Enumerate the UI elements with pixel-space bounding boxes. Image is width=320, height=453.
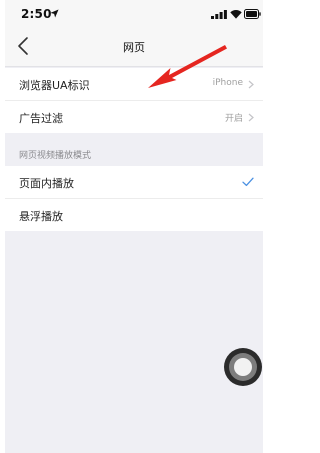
assistive-touch-button[interactable] [224, 348, 262, 386]
navigation-bar: 网页 [5, 28, 263, 67]
chevron-right-icon [248, 113, 254, 122]
ad-filter-label: 广告过滤 [19, 112, 63, 125]
floating-playback-label: 悬浮播放 [19, 210, 63, 223]
battery-icon [244, 9, 261, 19]
video-mode-section-header: 网页视频播放模式 [19, 151, 92, 161]
wifi-icon [230, 10, 242, 19]
status-time: 2:50 [21, 7, 52, 21]
floating-playback-option[interactable]: 悬浮播放 [5, 199, 263, 231]
assistive-touch-core [234, 358, 252, 376]
ua-identifier-label: 浏览器UA标识 [19, 79, 90, 92]
inline-playback-label: 页面内播放 [19, 177, 74, 190]
browser-settings-group: 浏览器UA标识 iPhone 广告过滤 开启 [5, 68, 263, 133]
location-arrow-icon [50, 9, 59, 18]
checkmark-icon [242, 177, 254, 187]
inline-playback-option[interactable]: 页面内播放 [5, 166, 263, 199]
settings-screen: 2:50 网页 浏览器UA标识 iPhone 广告过滤 开启 网页视频播放模式 … [5, 0, 263, 453]
page-title: 网页 [123, 41, 145, 54]
ad-filter-value: 开启 [224, 114, 243, 124]
status-bar: 2:50 [5, 0, 263, 28]
signal-icon [211, 10, 227, 19]
video-mode-group: 页面内播放 悬浮播放 [5, 166, 263, 231]
chevron-right-icon [248, 80, 254, 89]
ad-filter-row[interactable]: 广告过滤 开启 [5, 101, 263, 133]
ua-identifier-value: iPhone [212, 78, 243, 88]
ua-identifier-row[interactable]: 浏览器UA标识 iPhone [5, 68, 263, 101]
